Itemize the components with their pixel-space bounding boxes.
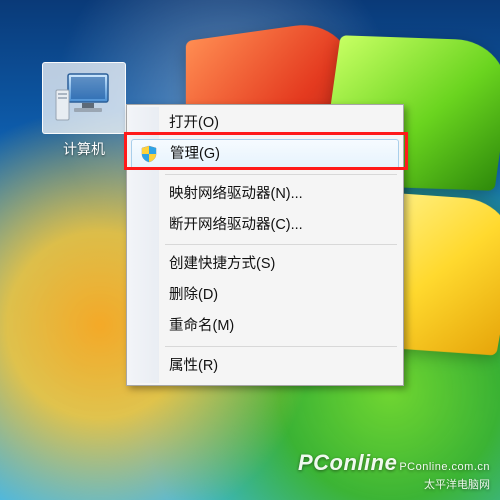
menu-item-delete[interactable]: 删除(D): [129, 280, 401, 311]
menu-item-shortcut[interactable]: 创建快捷方式(S): [129, 249, 401, 280]
menu-separator: [165, 174, 397, 175]
context-menu: 打开(O) 管理(G) 映射网络驱动器(N)... 断开网络驱动器(C)... …: [126, 104, 404, 386]
menu-item-map-drive[interactable]: 映射网络驱动器(N)...: [129, 179, 401, 210]
menu-item-label: 管理(G): [170, 146, 220, 162]
menu-item-disconnect[interactable]: 断开网络驱动器(C)...: [129, 210, 401, 241]
computer-icon: [42, 62, 126, 134]
menu-separator: [165, 244, 397, 245]
menu-item-rename[interactable]: 重命名(M): [129, 311, 401, 342]
watermark-cn: 太平洋电脑网: [298, 476, 490, 492]
watermark: PConlinePConline.com.cn 太平洋电脑网: [298, 450, 490, 492]
watermark-main: PConlinePConline.com.cn: [298, 450, 490, 476]
menu-item-manage[interactable]: 管理(G): [131, 139, 399, 170]
menu-item-open[interactable]: 打开(O): [129, 108, 401, 139]
menu-separator: [165, 346, 397, 347]
desktop-icon-computer[interactable]: 计算机: [38, 62, 130, 166]
desktop-icon-label: 计算机: [57, 138, 111, 160]
uac-shield-icon: [140, 145, 158, 163]
menu-item-properties[interactable]: 属性(R): [129, 351, 401, 382]
